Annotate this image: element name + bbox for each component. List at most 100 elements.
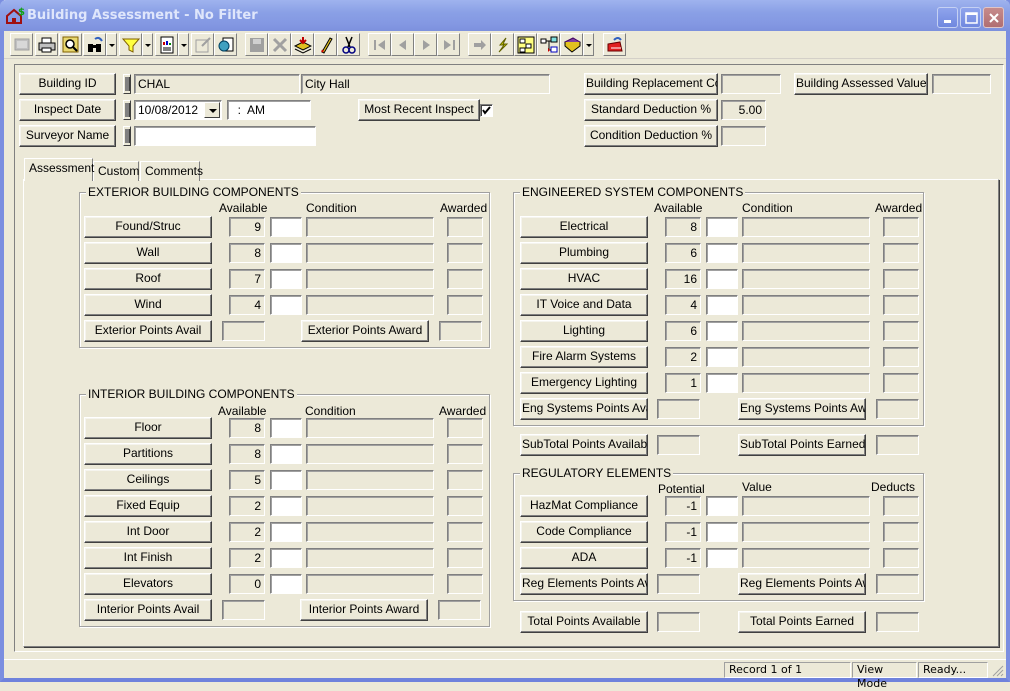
- hierarchy-button[interactable]: [514, 33, 537, 56]
- partitions-button[interactable]: Partitions: [84, 443, 212, 465]
- resize-grip-icon[interactable]: [992, 665, 1004, 677]
- eng-systems-points-avail-button[interactable]: Eng Systems Points Avail: [520, 398, 648, 420]
- building-id-lookup-grip[interactable]: [123, 74, 131, 94]
- most-recent-inspect-button[interactable]: Most Recent Inspect: [358, 99, 480, 121]
- hvac-button[interactable]: HVAC: [520, 268, 648, 290]
- fire-alarm-systems-code-input[interactable]: [706, 347, 738, 367]
- add-record-button[interactable]: [291, 33, 314, 56]
- copy-doc-button[interactable]: [214, 33, 237, 56]
- reg-elements-points-avail-button[interactable]: Reg Elements Points Avail: [520, 573, 648, 595]
- most-recent-checkbox[interactable]: [480, 104, 493, 117]
- int-finish-code-input[interactable]: [270, 548, 302, 568]
- fire-alarm-systems-button[interactable]: Fire Alarm Systems: [520, 346, 648, 368]
- print-preview-button[interactable]: [59, 33, 82, 56]
- wind-button[interactable]: Wind: [84, 294, 212, 316]
- tab-custom[interactable]: Custom: [93, 161, 139, 181]
- roof-code-input[interactable]: [270, 269, 302, 289]
- last-record-button[interactable]: [437, 33, 460, 56]
- tab-comments[interactable]: Comments: [140, 161, 203, 181]
- prev-record-button[interactable]: [391, 33, 414, 56]
- total-points-earned-button[interactable]: Total Points Earned: [738, 611, 866, 633]
- maximize-button[interactable]: [960, 7, 981, 28]
- title-bar[interactable]: $ Building Assessment - No Filter: [0, 0, 1010, 31]
- code-compliance-code-input[interactable]: [706, 522, 738, 542]
- building-id-field[interactable]: CHAL: [134, 74, 300, 94]
- int-finish-button[interactable]: Int Finish: [84, 547, 212, 569]
- delete-button[interactable]: [268, 33, 291, 56]
- wall-button[interactable]: Wall: [84, 242, 212, 264]
- it-voice-and-data-button[interactable]: IT Voice and Data: [520, 294, 648, 316]
- relations-button[interactable]: [537, 33, 560, 56]
- eng-systems-points-award-button[interactable]: Eng Systems Points Award: [738, 398, 866, 420]
- hazmat-compliance-button[interactable]: HazMat Compliance: [520, 495, 648, 517]
- exterior-points-avail-button[interactable]: Exterior Points Avail: [84, 320, 212, 342]
- surveyor-name-field[interactable]: [134, 126, 316, 146]
- elevators-code-input[interactable]: [270, 574, 302, 594]
- ceilings-button[interactable]: Ceilings: [84, 469, 212, 491]
- building-id-button[interactable]: Building ID: [19, 73, 116, 95]
- subtotal-points-available-button[interactable]: SubTotal Points Available: [520, 434, 648, 456]
- interior-points-award-button[interactable]: Interior Points Award: [300, 599, 428, 621]
- partitions-code-input[interactable]: [270, 444, 302, 464]
- total-points-available-button[interactable]: Total Points Available: [520, 611, 648, 633]
- int-door-button[interactable]: Int Door: [84, 521, 212, 543]
- minimize-button[interactable]: [937, 7, 958, 28]
- ada-code-input[interactable]: [706, 548, 738, 568]
- electrical-code-input[interactable]: [706, 217, 738, 237]
- wind-code-input[interactable]: [270, 295, 302, 315]
- exit-button[interactable]: [603, 33, 626, 56]
- ada-button[interactable]: ADA: [520, 547, 648, 569]
- emergency-lighting-button[interactable]: Emergency Lighting: [520, 372, 648, 394]
- edit-button[interactable]: [314, 33, 337, 56]
- help-dropdown[interactable]: [583, 33, 594, 56]
- find-dropdown[interactable]: [106, 33, 117, 56]
- export-button[interactable]: [191, 33, 214, 56]
- fixed-equip-code-input[interactable]: [270, 496, 302, 516]
- int-door-code-input[interactable]: [270, 522, 302, 542]
- report-button[interactable]: [155, 33, 178, 56]
- inspect-date-button[interactable]: Inspect Date: [19, 99, 116, 121]
- elevators-button[interactable]: Elevators: [84, 573, 212, 595]
- save-button[interactable]: [245, 33, 268, 56]
- lighting-code-input[interactable]: [706, 321, 738, 341]
- first-record-button[interactable]: [368, 33, 391, 56]
- building-assessed-value-button[interactable]: Building Assessed Value: [794, 73, 928, 95]
- code-compliance-button[interactable]: Code Compliance: [520, 521, 648, 543]
- reg-elements-points-award-button[interactable]: Reg Elements Points Award: [738, 573, 866, 595]
- help-book-button[interactable]: [560, 33, 583, 56]
- exterior-points-award-button[interactable]: Exterior Points Award: [301, 320, 429, 342]
- roof-button[interactable]: Roof: [84, 268, 212, 290]
- ceilings-code-input[interactable]: [270, 470, 302, 490]
- lighting-button[interactable]: Lighting: [520, 320, 648, 342]
- hazmat-compliance-code-input[interactable]: [706, 496, 738, 516]
- building-replacement-cost-button[interactable]: Building Replacement Cost: [584, 73, 718, 95]
- inspect-date-lookup-grip[interactable]: [123, 100, 131, 120]
- emergency-lighting-code-input[interactable]: [706, 373, 738, 393]
- chevron-down-icon[interactable]: [204, 102, 220, 118]
- form-view-button[interactable]: [10, 33, 33, 56]
- inspect-time-field[interactable]: : AM: [227, 100, 311, 120]
- subtotal-points-earned-button[interactable]: SubTotal Points Earned: [738, 434, 866, 456]
- hvac-code-input[interactable]: [706, 269, 738, 289]
- cut-button[interactable]: [337, 33, 360, 56]
- interior-points-avail-button[interactable]: Interior Points Avail: [84, 599, 212, 621]
- floor-button[interactable]: Floor: [84, 417, 212, 439]
- fixed-equip-button[interactable]: Fixed Equip: [84, 495, 212, 517]
- execute-button[interactable]: [491, 33, 514, 56]
- plumbing-button[interactable]: Plumbing: [520, 242, 648, 264]
- next-record-button[interactable]: [414, 33, 437, 56]
- tab-assessment[interactable]: Assessment: [24, 158, 94, 181]
- report-dropdown[interactable]: [178, 33, 189, 56]
- plumbing-code-input[interactable]: [706, 243, 738, 263]
- close-button[interactable]: [983, 7, 1004, 28]
- floor-code-input[interactable]: [270, 418, 302, 438]
- find-button[interactable]: [83, 33, 106, 56]
- filter-dropdown[interactable]: [142, 33, 153, 56]
- standard-deduction-button[interactable]: Standard Deduction %: [584, 99, 718, 121]
- inspect-date-combo[interactable]: 10/08/2012: [134, 100, 222, 120]
- filter-button[interactable]: [119, 33, 142, 56]
- found-struc-button[interactable]: Found/Struc: [84, 216, 212, 238]
- it-voice-and-data-code-input[interactable]: [706, 295, 738, 315]
- surveyor-name-button[interactable]: Surveyor Name: [19, 125, 116, 147]
- condition-deduction-button[interactable]: Condition Deduction %: [584, 125, 718, 147]
